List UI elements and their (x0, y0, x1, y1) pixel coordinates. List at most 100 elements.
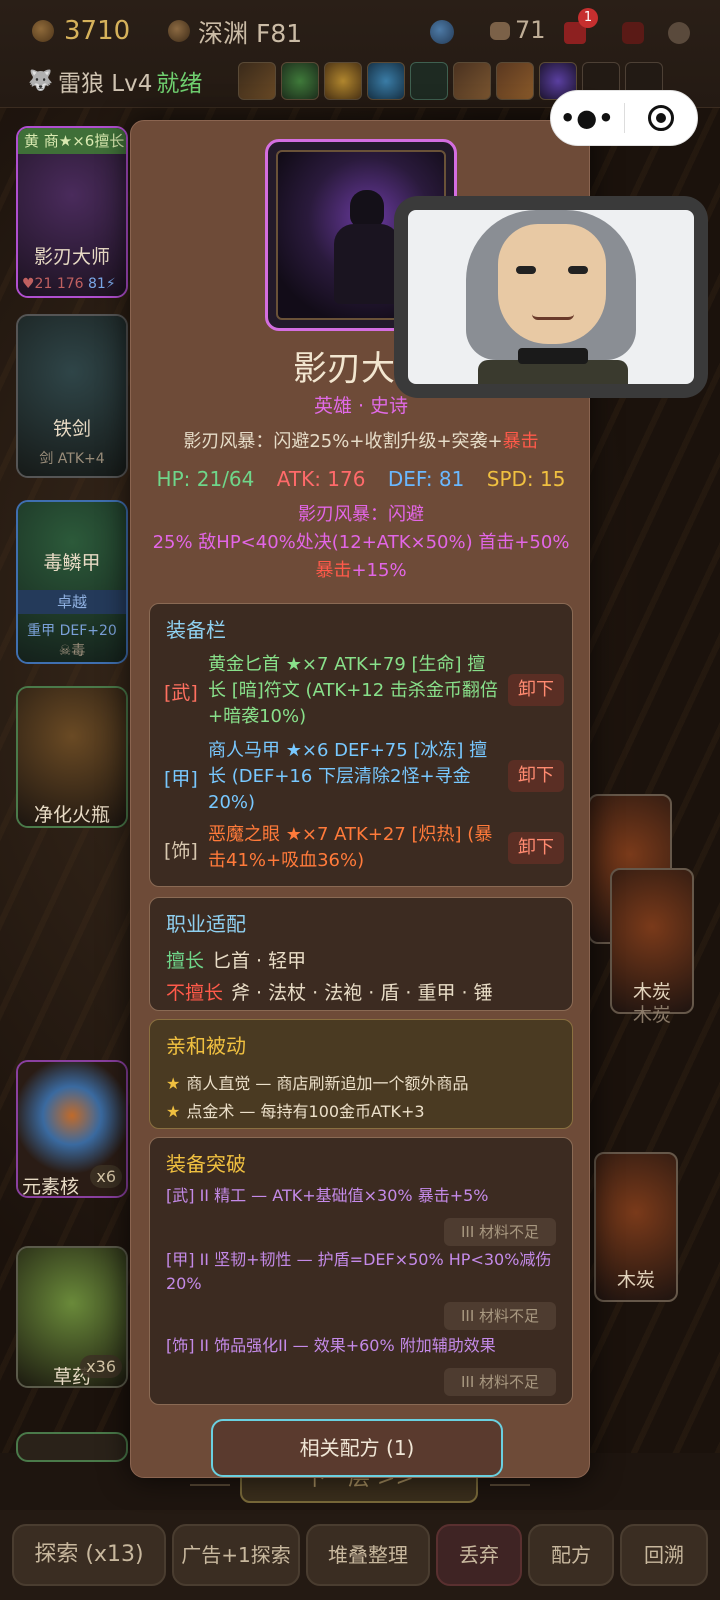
card-stats: ♥21 176 81⚡ (22, 276, 116, 292)
bad-label: 不擅长 (166, 982, 224, 1004)
settings-icon[interactable] (668, 22, 690, 44)
card-sub: 重甲 DEF+20 (27, 623, 117, 639)
panel-title: 装备栏 (166, 618, 226, 642)
gift-badge: 1 (578, 8, 598, 28)
inventory-card-herb[interactable]: 草药 x36 (16, 1246, 128, 1388)
stat-spd: SPD: 15 (486, 467, 566, 491)
material-status-button[interactable]: III 材料不足 (444, 1302, 556, 1330)
mini-program-capsule: •●• (550, 90, 698, 146)
class-good-line: 擅长 匕首 · 轻甲 (166, 946, 306, 973)
class-fit-panel: 职业适配 擅长 匕首 · 轻甲 不擅长斧 · 法杖 · 法袍 · 盾 · 重甲 ·… (149, 897, 573, 1011)
equip-slot-feather[interactable] (496, 62, 534, 100)
resource-row: 3710 深渊 F81 71 1 (0, 8, 720, 48)
ninja-head (350, 190, 384, 228)
equip-slot-orb[interactable] (367, 62, 405, 100)
hero-name: 雷狼 Lv4 (58, 71, 153, 97)
explore-button[interactable]: 探索 (x13) (12, 1524, 166, 1586)
charcoal-card[interactable]: 木炭 (610, 868, 694, 1014)
depth-icon (168, 20, 190, 42)
unequip-accessory-button[interactable]: 卸下 (508, 832, 564, 864)
charcoal-card[interactable]: 木炭 (594, 1152, 678, 1302)
charcoal-card-shadow-label: 木炭 (632, 1004, 671, 1026)
equip-description: 黄金匕首 ★×7 ATK+79 [生命] 擅长 [暗]符文 (ATK+12 击杀… (208, 654, 498, 727)
skill-desc-line-3: +15% (351, 560, 407, 581)
equip-slot-rune[interactable] (281, 62, 319, 100)
breakthrough-item: [饰] II 饰品强化II — 效果+60% 附加辅助效果 (166, 1336, 496, 1355)
stack-sort-button[interactable]: 堆叠整理 (306, 1524, 430, 1586)
bad-list: 斧 · 法杖 · 法袍 · 盾 · 重甲 · 锤 (231, 982, 493, 1004)
inventory-card-element-core[interactable]: 元素核 x6 (16, 1060, 128, 1198)
equip-slot-amulet[interactable] (324, 62, 362, 100)
equip-slot-empty[interactable] (410, 62, 448, 100)
unequip-weapon-button[interactable]: 卸下 (508, 674, 564, 706)
good-label: 擅长 (166, 950, 205, 972)
avatar-mouth (532, 314, 574, 320)
ad-explore-button[interactable]: 广告+1探索 (172, 1524, 300, 1586)
material-status-button[interactable]: III 材料不足 (444, 1218, 556, 1246)
card-sub2: ☠毒 (58, 643, 86, 659)
equip-slot-label: [甲] (164, 768, 198, 790)
breakthrough-panel: 装备突破 [武] II 精工 — ATK+基础值×30% 暴击+5% III 材… (149, 1137, 573, 1405)
breakthrough-item: [甲] II 坚韧+韧性 — 护盾=DEF×50% HP<30%减伤20% (166, 1250, 552, 1293)
card-name: 木炭 (616, 1269, 655, 1291)
wolf-icon: 🐺 (28, 68, 53, 92)
class-bad-line: 不擅长斧 · 法杖 · 法袍 · 盾 · 重甲 · 锤 (166, 978, 493, 1005)
stat-atk: ATK: 176 (276, 467, 366, 491)
skill-desc-crit: 暴击 (315, 560, 352, 581)
hero-level[interactable]: 雷狼 Lv4 就绪 (58, 64, 202, 98)
rewind-button[interactable]: 回溯 (620, 1524, 708, 1586)
orb-icon[interactable] (430, 20, 454, 44)
card-def: 81⚡ (88, 276, 116, 292)
equip-slot-chest[interactable] (453, 62, 491, 100)
card-tagline: 黄 商★×6擅长 (18, 128, 126, 154)
card-atk: 176 (56, 276, 84, 292)
card-sub: 剑 ATK+4 (39, 451, 105, 467)
affinity-item: ★ 商人直觉 — 商店刷新追加一个额外商品 (166, 1070, 469, 1094)
equip-description: 商人马甲 ★×6 DEF+75 [冰冻] 擅长 (DEF+16 下层清除2怪+寻… (208, 740, 488, 813)
avatar-eye (516, 266, 536, 274)
recipe-button[interactable]: 配方 (528, 1524, 614, 1586)
inventory-card-iron-sword[interactable]: 铁剑 剑 ATK+4 (16, 314, 128, 478)
skill-desc-line-1: 影刃风暴：闪避 (298, 504, 424, 525)
related-recipes-button[interactable]: 相关配方 (1) (211, 1419, 503, 1477)
material-status-button[interactable]: III 材料不足 (444, 1368, 556, 1396)
divider (190, 1484, 230, 1486)
inventory-card-purify-flask[interactable]: 净化火瓶 (16, 686, 128, 828)
card-hp: ♥21 (22, 276, 53, 292)
discard-button[interactable]: 丢弃 (436, 1524, 522, 1586)
card-count: x36 (80, 1355, 122, 1378)
video-pip-overlay[interactable] (394, 196, 708, 398)
panel-title: 职业适配 (166, 912, 246, 936)
card-count: x6 (90, 1165, 122, 1188)
divider (490, 1484, 530, 1486)
inventory-card-partial[interactable] (16, 1432, 128, 1462)
affinity-text: 点金术 — 每持有100金币ATK+3 (186, 1102, 425, 1121)
coin-icon (32, 20, 54, 42)
equip-description: 恶魔之眼 ★×7 ATK+27 [炽热] (暴击41%+吸血36%) (208, 824, 493, 871)
more-dots-icon[interactable]: •●• (551, 104, 624, 132)
hero-status: 就绪 (156, 71, 203, 97)
ninja-body (334, 224, 400, 304)
bag-icon[interactable] (490, 22, 510, 40)
video-screen (408, 210, 694, 384)
unequip-armor-button[interactable]: 卸下 (508, 760, 564, 792)
scroll-icon[interactable] (622, 22, 644, 44)
avatar-collar (518, 348, 588, 364)
inventory-card-hero[interactable]: 黄 商★×6擅长 影刃大师 ♥21 176 81⚡ (16, 126, 128, 298)
equip-slot-label: [武] (164, 682, 198, 704)
gold-amount: 3710 (64, 16, 131, 46)
equip-slot-label: [饰] (164, 840, 198, 862)
skill-summary-text: 影刃风暴：闪避25%+收割升级+突袭+ (183, 431, 503, 452)
affinity-panel: 亲和被动 ★ 商人直觉 — 商店刷新追加一个额外商品 ★ 点金术 — 每持有100金… (149, 1019, 573, 1129)
hero-stats: HP: 21/64 ATK: 176 DEF: 81 SPD: 15 (131, 467, 591, 491)
inventory-card-poison-armor[interactable]: 毒鳞甲 卓越 重甲 DEF+20 ☠毒 (16, 500, 128, 664)
equip-slot-sword[interactable] (238, 62, 276, 100)
panel-title: 装备突破 (166, 1152, 246, 1176)
panel-title: 亲和被动 (166, 1034, 246, 1058)
card-quality: 卓越 (18, 590, 126, 614)
skill-summary-crit: 暴击 (502, 431, 539, 452)
depth-label: 深渊 F81 (198, 19, 303, 48)
stat-def: DEF: 81 (387, 467, 465, 491)
affinity-text: 商人直觉 — 商店刷新追加一个额外商品 (186, 1074, 469, 1093)
close-target-icon[interactable] (625, 105, 698, 131)
